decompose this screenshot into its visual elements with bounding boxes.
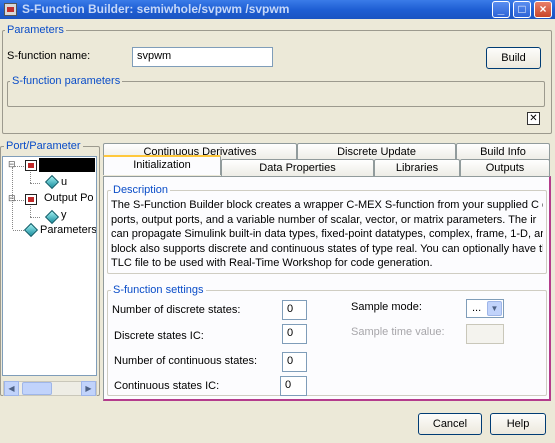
description-text: The S-Function Builder block creates a w… — [111, 198, 543, 274]
sample-mode-select[interactable]: ... ▼ — [466, 299, 504, 318]
close-window-button[interactable]: × — [534, 1, 552, 18]
window-title: S-Function Builder: semiwhole/svpwm /svp… — [22, 2, 290, 16]
scroll-thumb[interactable] — [22, 382, 52, 395]
description-line: can propagate Simulink built-in data typ… — [111, 228, 543, 240]
minimize-button[interactable]: _ — [492, 1, 510, 18]
help-button[interactable]: Help — [490, 413, 546, 435]
scroll-left-icon[interactable]: ◀ — [4, 381, 19, 396]
scroll-right-icon[interactable]: ▶ — [81, 381, 96, 396]
tab-data-properties[interactable]: Data Properties — [221, 159, 374, 177]
continuous-states-label: Number of continuous states: — [114, 355, 258, 367]
description-line: ports, output ports, and a variable numb… — [111, 213, 537, 226]
tree-item-output-port[interactable]: Output Po — [44, 192, 94, 204]
port-parameter-tree[interactable]: ⊟ u ⊟ Output Po y Parameters — [2, 156, 97, 376]
sample-time-input[interactable] — [466, 324, 504, 344]
sfunction-name-input[interactable]: svpwm — [132, 47, 273, 67]
title-bar: S-Function Builder: semiwhole/svpwm /svp… — [0, 0, 555, 19]
sample-time-label: Sample time value: — [351, 326, 445, 338]
maximize-button[interactable]: □ — [513, 1, 531, 18]
port-parameter-legend: Port/Parameter — [4, 140, 83, 152]
tree-item-y[interactable]: y — [61, 209, 67, 221]
discrete-states-input[interactable]: 0 — [282, 300, 307, 320]
discrete-ic-label: Discrete states IC: — [114, 330, 204, 342]
sample-mode-label: Sample mode: — [351, 301, 422, 313]
port-y-icon — [44, 209, 60, 225]
tree-item-parameters[interactable]: Parameters — [40, 224, 96, 236]
output-port-block-icon — [25, 194, 37, 205]
expand-toggle-icon[interactable]: ⊟ — [8, 193, 16, 204]
discrete-ic-input[interactable]: 0 — [282, 324, 307, 344]
description-line: block also supports discrete and continu… — [111, 242, 543, 255]
input-port-block-icon — [25, 160, 37, 171]
sfunction-name-label: S-function name: — [7, 50, 91, 62]
parameters-icon — [23, 222, 39, 238]
cancel-button[interactable]: Cancel — [418, 413, 482, 435]
tree-item-input-port[interactable] — [39, 158, 95, 172]
tab-outputs[interactable]: Outputs — [460, 159, 550, 177]
sfunction-settings-legend: S-function settings — [111, 284, 206, 296]
continuous-ic-label: Continuous states IC: — [114, 380, 220, 392]
discrete-states-label: Number of discrete states: — [112, 304, 241, 316]
tree-horizontal-scrollbar[interactable]: ◀ ▶ — [3, 381, 97, 396]
build-button[interactable]: Build — [486, 47, 541, 69]
description-line: The S-Function Builder block creates a w… — [111, 199, 543, 211]
continuous-ic-input[interactable]: 0 — [280, 376, 307, 396]
description-line: TLC file to be used with Real-Time Works… — [111, 257, 433, 269]
expand-toggle-icon[interactable]: ⊟ — [8, 159, 16, 170]
parameters-legend: Parameters — [5, 24, 66, 36]
sample-mode-value: ... — [472, 302, 482, 314]
description-legend: Description — [111, 184, 171, 196]
continuous-states-input[interactable]: 0 — [282, 352, 307, 372]
tab-initialization[interactable]: Initialization — [103, 155, 221, 175]
port-u-icon — [44, 174, 60, 190]
tree-item-u[interactable]: u — [61, 176, 67, 188]
sfunction-parameters-legend: S-function parameters — [10, 75, 123, 87]
simulink-block-icon — [4, 3, 17, 16]
tab-libraries[interactable]: Libraries — [374, 159, 460, 177]
close-parameters-icon[interactable]: ✕ — [527, 112, 540, 125]
chevron-down-icon[interactable]: ▼ — [487, 301, 502, 316]
